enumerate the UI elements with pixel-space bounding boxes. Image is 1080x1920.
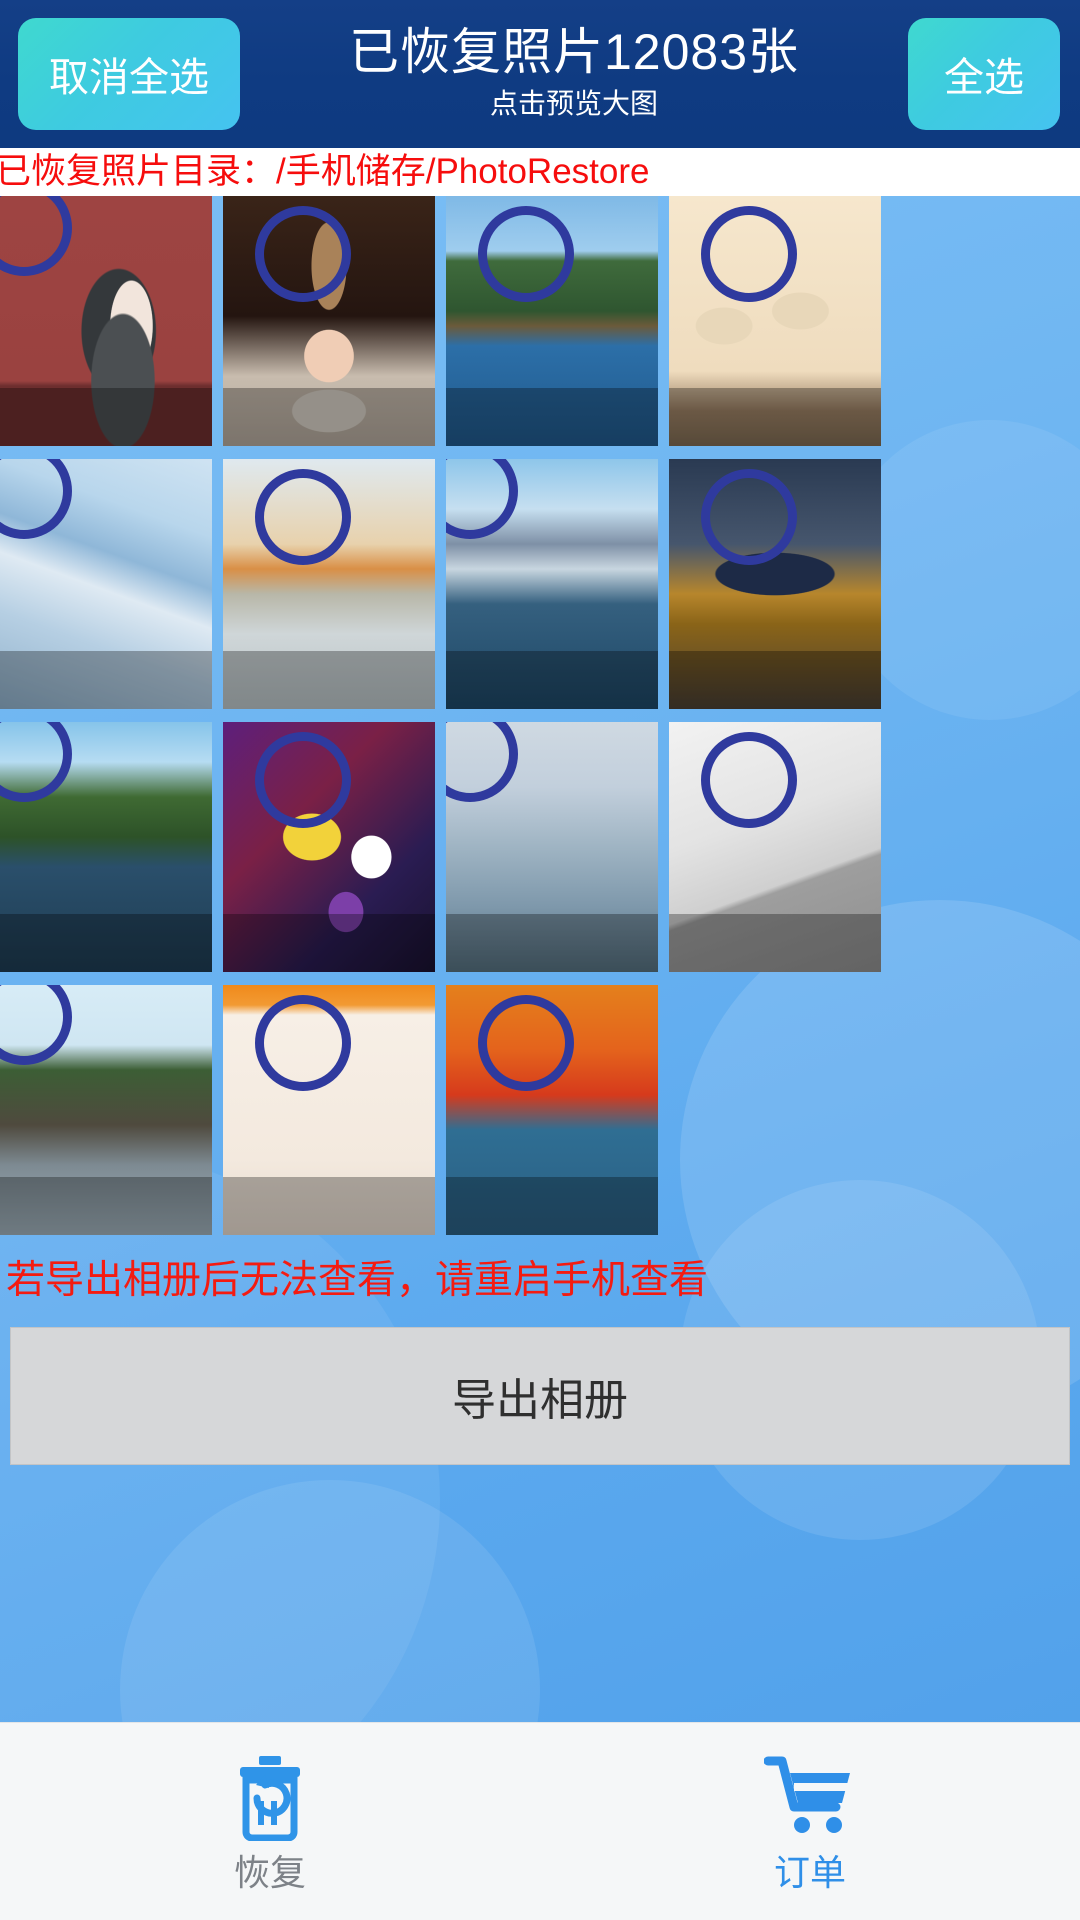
photo-cell[interactable] [669,459,881,709]
photo-grid [0,196,1080,1235]
photo-select-circle-icon[interactable] [255,995,351,1091]
photo-cell[interactable] [446,985,658,1235]
photo-select-circle-icon[interactable] [255,469,351,565]
app-root: 取消全选 已恢复照片12083张 点击预览大图 全选 已恢复照片目录：/手机储存… [0,0,1080,1920]
app-header: 取消全选 已恢复照片12083张 点击预览大图 全选 [0,0,1080,148]
photo-cell[interactable] [669,196,881,446]
photo-cell[interactable] [0,722,212,972]
shopping-cart-icon [764,1749,856,1841]
trash-restore-icon [227,1749,313,1841]
photo-cell[interactable] [0,985,212,1235]
select-all-button[interactable]: 全选 [908,18,1060,130]
photo-cell[interactable] [446,459,658,709]
deselect-all-button[interactable]: 取消全选 [18,18,240,130]
tab-restore[interactable]: 恢复 [0,1723,540,1920]
photo-cell[interactable] [223,985,435,1235]
layout-spacer [0,1465,1080,1722]
export-album-button[interactable]: 导出相册 [10,1327,1070,1465]
photo-cell[interactable] [223,722,435,972]
photo-cell[interactable] [446,196,658,446]
photo-cell[interactable] [0,196,212,446]
photo-select-circle-icon[interactable] [255,206,351,302]
photo-grid-container [0,196,1080,1235]
photo-select-circle-icon[interactable] [701,732,797,828]
photo-cell[interactable] [223,196,435,446]
photo-select-circle-icon[interactable] [701,206,797,302]
bottom-tab-bar: 恢复 订单 [0,1722,1080,1920]
photo-cell[interactable] [669,722,881,972]
header-center: 已恢复照片12083张 点击预览大图 [240,23,908,125]
tab-orders[interactable]: 订单 [540,1723,1080,1920]
photo-select-circle-icon[interactable] [255,732,351,828]
directory-bar: 已恢复照片目录：/手机储存/PhotoRestore [0,148,1080,196]
photo-select-circle-icon[interactable] [701,469,797,565]
page-title: 已恢复照片12083张 [348,24,800,80]
photo-select-circle-icon[interactable] [478,206,574,302]
export-button-container: 导出相册 [0,1327,1080,1465]
tab-restore-label: 恢复 [233,1851,306,1893]
photo-cell[interactable] [223,459,435,709]
photo-cell[interactable] [0,459,212,709]
photo-cell[interactable] [446,722,658,972]
warning-banner: 若导出相册后无法查看，请重启手机查看 [0,1235,1080,1327]
page-subtitle: 点击预览大图 [489,88,658,119]
directory-path-text: 已恢复照片目录：/手机储存/PhotoRestore [0,152,650,191]
tab-orders-label: 订单 [773,1851,846,1893]
warning-text: 若导出相册后无法查看，请重启手机查看 [6,1259,709,1302]
photo-select-circle-icon[interactable] [478,995,574,1091]
